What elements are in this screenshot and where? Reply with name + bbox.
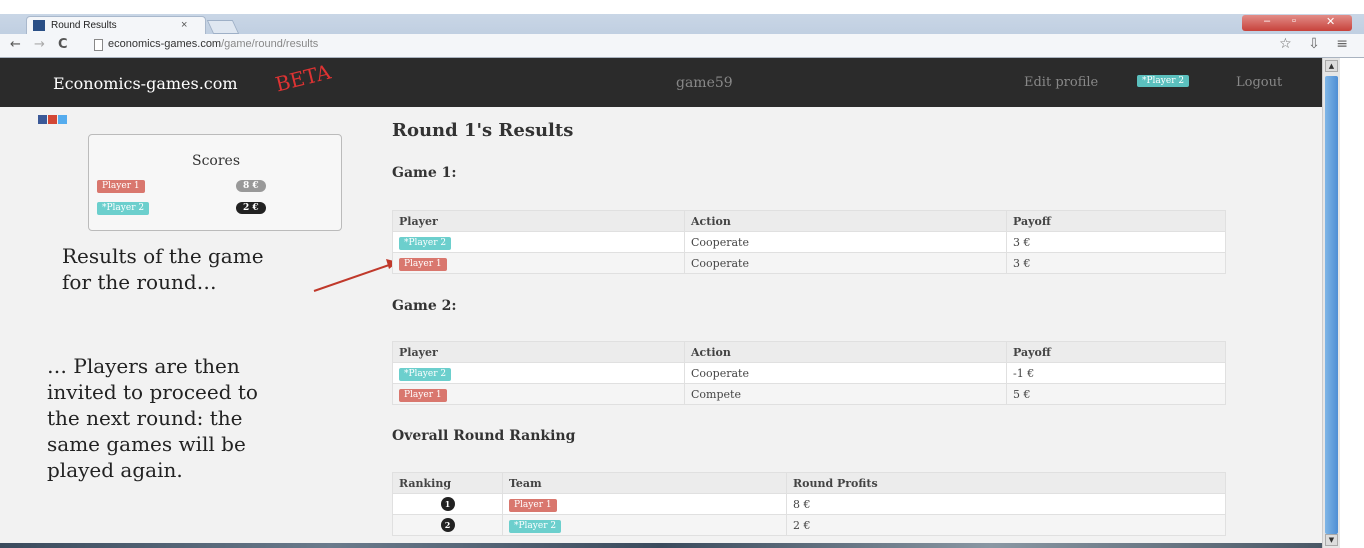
game-1-table: Player Action Payoff *Player 2 Cooperate… — [392, 210, 1226, 274]
column-header: Payoff — [1006, 341, 1226, 363]
column-header: Player — [392, 210, 685, 232]
column-header: Action — [684, 210, 1007, 232]
table-row: 2 *Player 2 2 € — [392, 514, 1226, 536]
page-title: Round 1's Results — [392, 120, 574, 141]
profit-cell: 2 € — [786, 514, 1226, 536]
team-label: Player 1 — [509, 498, 557, 512]
player-label: Player 1 — [399, 388, 447, 402]
player-cell: *Player 2 — [392, 362, 685, 384]
game-1-heading: Game 1: — [392, 165, 457, 181]
column-header: Action — [684, 341, 1007, 363]
column-header: Player — [392, 341, 685, 363]
table-row: Player 1 Cooperate 3 € — [392, 252, 1226, 274]
annotation-arrow — [313, 259, 398, 292]
action-cell: Compete — [684, 383, 1007, 405]
action-cell: Cooperate — [684, 362, 1007, 384]
rank-badge: 2 — [440, 518, 455, 532]
payoff-cell: 3 € — [1006, 252, 1226, 274]
ranking-heading: Overall Round Ranking — [392, 428, 576, 444]
profit-cell: 8 € — [786, 493, 1226, 515]
table-row: Player 1 Compete 5 € — [392, 383, 1226, 405]
rank-cell: 1 — [392, 493, 503, 515]
rank-badge: 1 — [440, 497, 455, 511]
table-row: *Player 2 Cooperate -1 € — [392, 362, 1226, 384]
column-header: Payoff — [1006, 210, 1226, 232]
payoff-cell: -1 € — [1006, 362, 1226, 384]
game-2-heading: Game 2: — [392, 298, 457, 314]
ranking-table: Ranking Team Round Profits 1 Player 1 8 … — [392, 472, 1226, 536]
column-header: Ranking — [392, 472, 503, 494]
action-cell: Cooperate — [684, 231, 1007, 253]
column-header: Round Profits — [786, 472, 1226, 494]
table-row: *Player 2 Cooperate 3 € — [392, 231, 1226, 253]
table-row: 1 Player 1 8 € — [392, 493, 1226, 515]
payoff-cell: 5 € — [1006, 383, 1226, 405]
table-header-row: Ranking Team Round Profits — [392, 472, 1226, 494]
team-label: *Player 2 — [509, 519, 562, 533]
taskbar-strip — [0, 543, 1322, 548]
table-header-row: Player Action Payoff — [392, 341, 1226, 363]
player-cell: Player 1 — [392, 252, 685, 274]
player-cell: *Player 2 — [392, 231, 685, 253]
team-cell: Player 1 — [502, 493, 787, 515]
player-label: *Player 2 — [399, 367, 452, 381]
player-label: Player 1 — [399, 257, 447, 271]
team-cell: *Player 2 — [502, 514, 787, 536]
payoff-cell: 3 € — [1006, 231, 1226, 253]
player-label: *Player 2 — [399, 236, 452, 250]
table-header-row: Player Action Payoff — [392, 210, 1226, 232]
rank-cell: 2 — [392, 514, 503, 536]
column-header: Team — [502, 472, 787, 494]
player-cell: Player 1 — [392, 383, 685, 405]
action-cell: Cooperate — [684, 252, 1007, 274]
game-2-table: Player Action Payoff *Player 2 Cooperate… — [392, 341, 1226, 405]
